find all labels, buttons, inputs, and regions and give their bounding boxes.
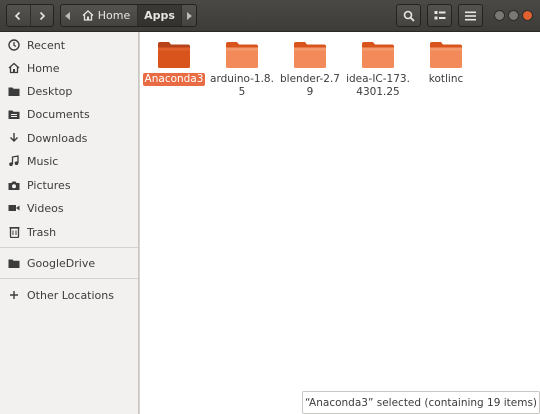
breadcrumb-home-label: Home xyxy=(97,9,131,22)
folder-icon xyxy=(158,42,190,68)
folder-icon xyxy=(8,85,20,97)
sidebar-item-desktop[interactable]: Desktop xyxy=(0,80,138,102)
sidebar-separator xyxy=(0,278,138,279)
path-scroll-left-button[interactable] xyxy=(61,5,75,26)
sidebar-item-label: Pictures xyxy=(27,178,71,192)
sidebar-item-label: Recent xyxy=(27,38,66,52)
folder-icon xyxy=(294,42,326,68)
triangle-right-icon xyxy=(187,11,192,20)
music-note-icon xyxy=(8,155,20,167)
sidebar-item-downloads[interactable]: Downloads xyxy=(0,127,138,149)
folder-name: Anaconda3 xyxy=(142,73,206,86)
header-bar: Home Apps xyxy=(0,0,540,32)
sidebar-item-videos[interactable]: Videos xyxy=(0,197,138,219)
folder-icon xyxy=(226,42,258,68)
chevron-right-icon xyxy=(39,11,45,20)
history-nav xyxy=(6,4,54,27)
sidebar: Recent Home Desktop Documents Downloads … xyxy=(0,32,139,414)
folder-item-kotlinc[interactable]: kotlinc xyxy=(414,38,478,86)
folder-item-idea[interactable]: idea-IC-173.4301.25 xyxy=(346,38,410,99)
sidebar-item-label: Videos xyxy=(27,201,64,215)
sidebar-item-label: Other Locations xyxy=(27,288,114,302)
folder-name: idea-IC-173.4301.25 xyxy=(346,73,410,98)
hamburger-menu-icon xyxy=(465,11,476,20)
sidebar-item-googledrive[interactable]: GoogleDrive xyxy=(0,252,138,274)
home-icon xyxy=(8,62,20,74)
triangle-left-icon xyxy=(65,11,70,20)
sidebar-item-label: Home xyxy=(27,61,60,75)
folder-item-blender[interactable]: blender-2.79 xyxy=(278,38,342,99)
sidebar-item-label: GoogleDrive xyxy=(27,256,96,270)
sidebar-item-home[interactable]: Home xyxy=(0,57,138,79)
folder-item-anaconda3[interactable]: Anaconda3 xyxy=(142,38,206,86)
folder-name: blender-2.79 xyxy=(280,73,340,98)
status-floating-bar: “Anaconda3” selected (containing 19 item… xyxy=(302,391,540,414)
breadcrumb-apps[interactable]: Apps xyxy=(137,5,182,26)
sidebar-item-other-locations[interactable]: Other Locations xyxy=(0,284,138,306)
sidebar-item-label: Downloads xyxy=(27,131,88,145)
download-arrow-icon xyxy=(8,132,20,144)
minimize-button[interactable] xyxy=(494,10,505,21)
file-view[interactable]: Anaconda3 arduino-1.8.5 blender-2.79 ide… xyxy=(140,32,540,414)
search-button[interactable] xyxy=(396,4,421,27)
folder-icon xyxy=(430,42,462,68)
path-bar: Home Apps xyxy=(60,4,197,27)
breadcrumb-home[interactable]: Home xyxy=(75,5,137,26)
folder-icon xyxy=(8,257,20,269)
search-icon xyxy=(403,10,415,22)
view-toggle-button[interactable] xyxy=(427,4,452,27)
sidebar-item-label: Trash xyxy=(27,225,57,239)
sidebar-item-music[interactable]: Music xyxy=(0,150,138,172)
sidebar-item-documents[interactable]: Documents xyxy=(0,103,138,125)
sidebar-item-label: Music xyxy=(27,154,59,168)
clock-icon xyxy=(8,39,20,51)
forward-button[interactable] xyxy=(29,5,54,26)
camera-icon xyxy=(8,179,20,191)
sidebar-item-trash[interactable]: Trash xyxy=(0,221,138,243)
chevron-left-icon xyxy=(15,11,21,20)
sidebar-item-label: Documents xyxy=(27,107,90,121)
sidebar-item-label: Desktop xyxy=(27,84,73,98)
folder-name: arduino-1.8.5 xyxy=(210,73,274,98)
breadcrumb-apps-label: Apps xyxy=(144,9,175,22)
folder-name: kotlinc xyxy=(428,73,464,85)
video-camera-icon xyxy=(8,202,20,214)
sidebar-separator xyxy=(0,247,138,248)
folder-item-arduino[interactable]: arduino-1.8.5 xyxy=(210,38,274,99)
maximize-button[interactable] xyxy=(508,10,519,21)
menu-button[interactable] xyxy=(458,4,483,27)
sidebar-item-pictures[interactable]: Pictures xyxy=(0,174,138,196)
sidebar-item-recent[interactable]: Recent xyxy=(0,34,138,56)
home-icon xyxy=(82,10,94,21)
grid-view-icon xyxy=(434,11,445,20)
trash-icon xyxy=(8,226,20,238)
path-scroll-right-button[interactable] xyxy=(182,5,196,26)
folder-icon xyxy=(362,42,394,68)
status-text: “Anaconda3” selected (containing 19 item… xyxy=(304,396,538,409)
back-button[interactable] xyxy=(7,5,30,26)
close-window-button[interactable] xyxy=(522,10,533,21)
plus-icon xyxy=(8,289,20,301)
document-icon xyxy=(8,108,20,120)
